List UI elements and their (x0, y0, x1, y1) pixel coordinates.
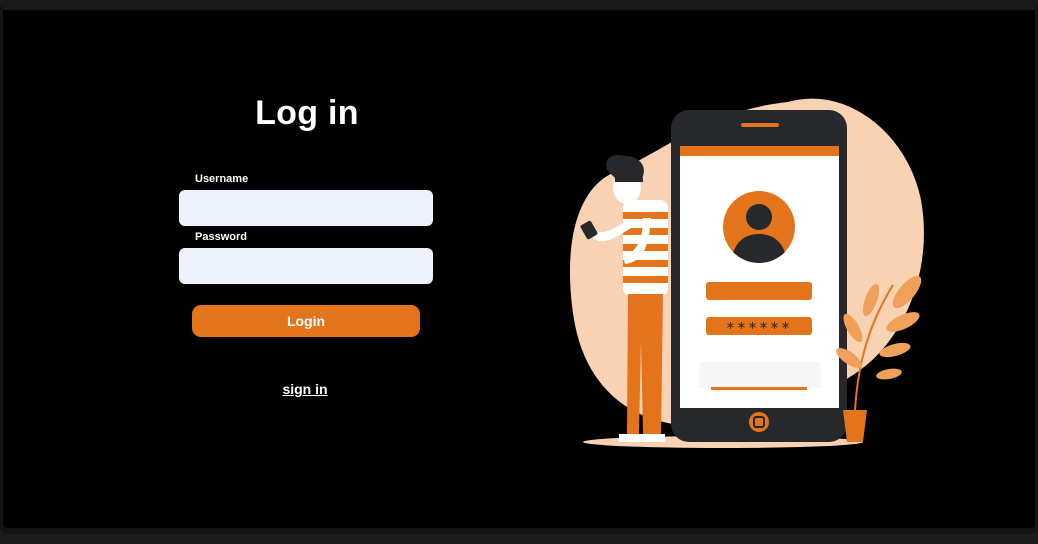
app-window: Log in Username Password Login sign in *… (0, 0, 1038, 534)
home-button-icon (749, 412, 769, 432)
phone-footer-line (711, 387, 807, 390)
login-button[interactable]: Login (192, 305, 420, 337)
phone-footer-box (699, 362, 821, 388)
login-form: Log in Username Password Login sign in (179, 10, 435, 544)
username-label: Username (195, 173, 249, 185)
page-title: Log in (255, 94, 359, 132)
phone-password-mask: ****** (726, 319, 792, 337)
sign-in-link[interactable]: sign in (179, 381, 431, 397)
username-input[interactable] (179, 190, 433, 226)
phone-username-field (706, 282, 812, 300)
phone-speaker (741, 123, 779, 127)
user-avatar-icon (723, 191, 795, 263)
password-label: Password (195, 231, 247, 243)
password-input[interactable] (179, 248, 433, 284)
phone-screen-header (680, 146, 839, 156)
login-illustration: ****** (569, 98, 924, 448)
